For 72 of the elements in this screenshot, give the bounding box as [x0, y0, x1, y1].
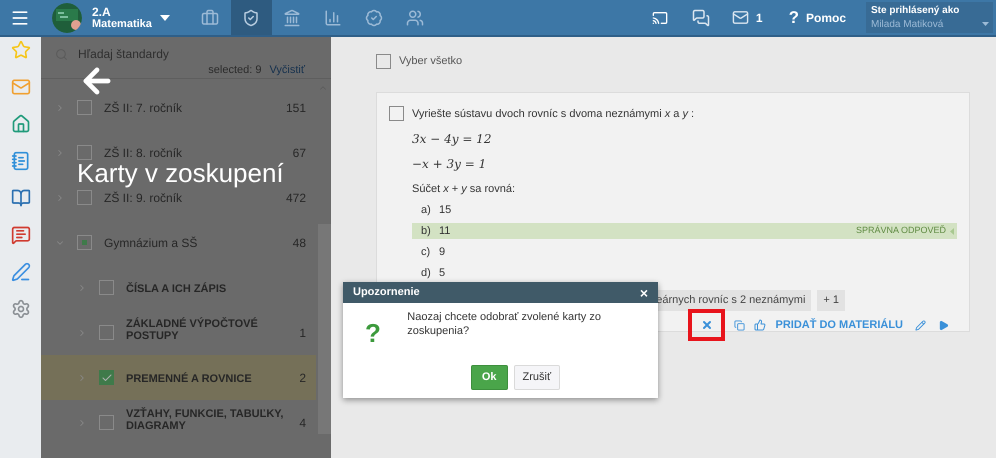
answer-option: d) 5 — [412, 265, 957, 281]
select-all-label: Vyber všetko — [399, 54, 462, 70]
dialog-message: Naozaj chcete odobrať zvolené karty zo zoskupenia? — [407, 310, 602, 339]
play-icon[interactable] — [938, 320, 949, 330]
tree-count: 151 — [286, 100, 306, 116]
tree-label[interactable]: VZŤAHY, FUNKCIE, TABUĽKY, DIAGRAMY — [126, 408, 300, 432]
ok-button[interactable]: Ok — [470, 365, 508, 390]
copy-icon[interactable] — [734, 320, 746, 330]
help-link[interactable]: Pomoc — [806, 0, 846, 35]
checkbox[interactable] — [77, 145, 92, 160]
shield-icon[interactable] — [230, 0, 272, 35]
tree-count: 2 — [299, 370, 306, 386]
question-prompt: Súčet x + y sa rovná: — [412, 182, 516, 196]
caret-icon — [982, 22, 989, 26]
gear-icon[interactable] — [10, 299, 30, 319]
help-icon[interactable]: ? — [788, 0, 799, 35]
clear-link[interactable]: Vyčistiť — [270, 62, 305, 78]
checkbox[interactable] — [99, 280, 114, 295]
home-icon[interactable] — [10, 114, 30, 134]
search-field[interactable]: Hľadaj štandardy — [78, 45, 258, 63]
checkbox[interactable] — [77, 235, 92, 250]
checkbox[interactable] — [389, 106, 404, 121]
answer-option: a) 15 — [412, 202, 957, 218]
dialog-title: Upozornenie — [353, 285, 420, 300]
tree-count: 48 — [292, 234, 306, 252]
answer-option: c) 9 — [412, 244, 957, 260]
tree-label[interactable]: ZŠ II: 7. ročník — [104, 102, 182, 114]
question-icon: ? — [363, 310, 408, 353]
panel-title: Karty v zoskupení — [77, 159, 284, 187]
tree-label[interactable]: ČÍSLA A ICH ZÁPIS — [126, 282, 226, 294]
user-name: Milada Matiková — [871, 18, 944, 31]
tag[interactable]: + 1 — [817, 290, 845, 310]
tree-label[interactable]: Gymnázium a SŠ — [104, 236, 198, 248]
user-label: Ste prihlásený ako — [871, 4, 960, 17]
checkbox[interactable] — [77, 100, 92, 115]
selected-row-highlight[interactable]: PREMENNÉ A ROVNICE 2 — [41, 355, 316, 400]
equation: −x + 3y = 1 — [412, 156, 488, 172]
thumbs-up-icon[interactable] — [754, 319, 766, 331]
star-icon[interactable] — [10, 40, 30, 60]
tree-count: 4 — [299, 414, 306, 432]
tree-label[interactable]: PREMENNÉ A ROVNICE — [126, 372, 252, 384]
checkbox[interactable] — [99, 370, 114, 385]
check-icon — [100, 372, 112, 384]
book-icon[interactable] — [10, 188, 30, 208]
message-count: 1 — [756, 10, 763, 26]
checkbox[interactable] — [77, 190, 92, 205]
remove-icon[interactable] — [688, 309, 726, 341]
subject-name: Matematika — [92, 18, 152, 30]
question-text: Vyriešte sústavu dvoch rovníc s dvoma neznámymi x a y : — [412, 107, 696, 122]
chat-icon[interactable] — [10, 225, 30, 245]
tree-label[interactable]: ZÁKLADNÉ VÝPOČTOVÉ POSTUPY — [126, 318, 300, 342]
pencil-icon[interactable] — [915, 320, 926, 330]
cancel-button[interactable]: Zrušiť — [514, 365, 560, 390]
notebook-icon[interactable] — [10, 151, 30, 171]
tree-count: 67 — [292, 144, 306, 162]
add-to-material-link[interactable]: PRIDAŤ DO MATERIÁLU — [775, 316, 903, 334]
tree-count: 472 — [286, 190, 306, 206]
checkbox[interactable] — [99, 415, 114, 430]
close-button[interactable]: × — [640, 286, 648, 300]
class-name: 2.A — [92, 6, 112, 18]
checkbox[interactable] — [376, 54, 391, 69]
tree-label[interactable]: ZŠ II: 9. ročník — [104, 192, 182, 204]
checkbox[interactable] — [99, 325, 114, 340]
pen-icon[interactable] — [10, 262, 30, 282]
correct-answer-row: b) 11 SPRÁVNA ODPOVEĎ — [412, 223, 957, 239]
user-box[interactable]: Ste prihlásený ako Milada Matiková — [866, 2, 993, 33]
tree-label[interactable]: ZŠ II: 8. ročník — [104, 146, 182, 158]
equation: 3x − 4y = 12 — [412, 130, 492, 148]
mail-icon[interactable] — [10, 77, 30, 97]
caret-left-icon — [950, 228, 954, 234]
selected-count: selected: 9 — [208, 63, 262, 78]
tree-count: 1 — [299, 324, 306, 342]
